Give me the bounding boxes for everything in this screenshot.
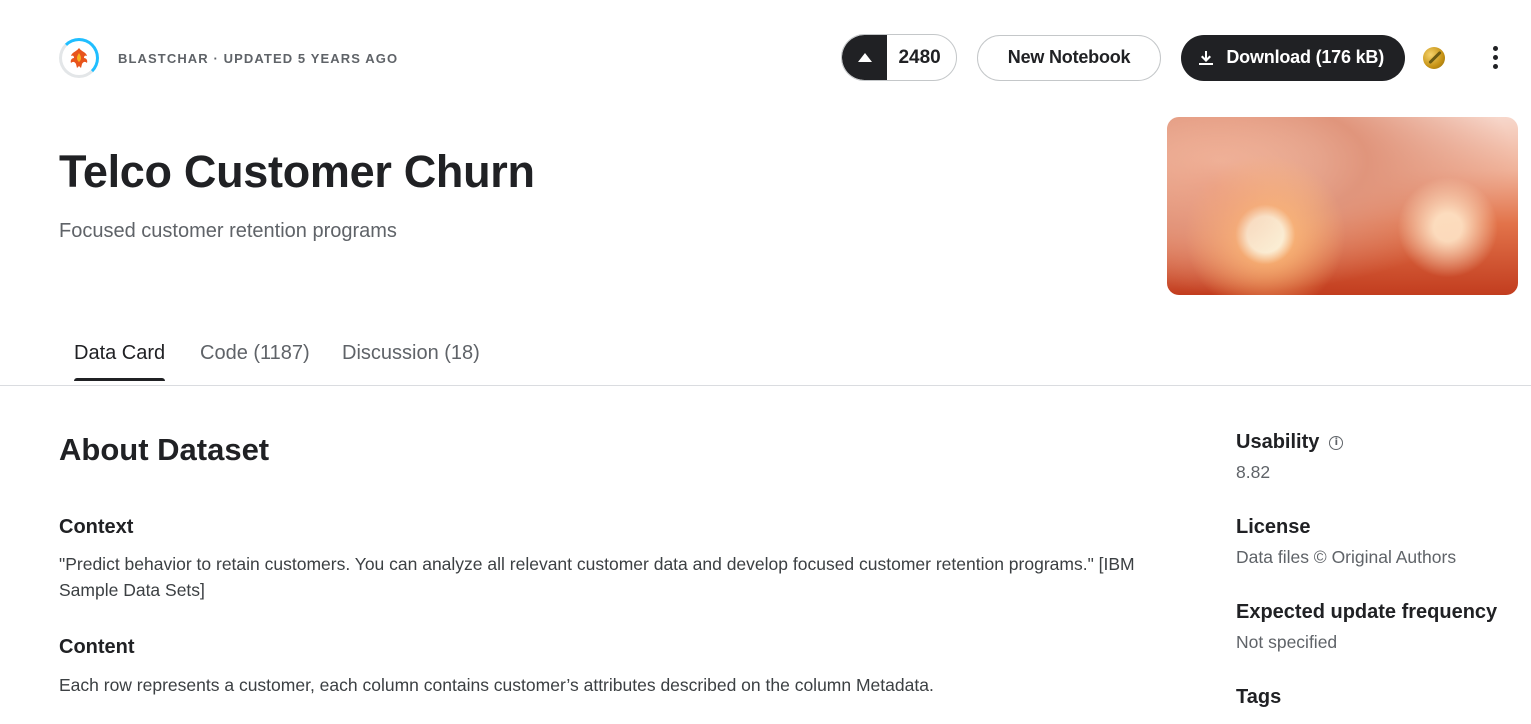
new-notebook-button[interactable]: New Notebook: [976, 34, 1162, 81]
update-frequency-value: Not specified: [1236, 632, 1338, 652]
info-icon[interactable]: i: [1329, 435, 1344, 450]
update-frequency-label: Expected update frequency: [1236, 601, 1498, 623]
tab-data-card[interactable]: Data Card: [74, 342, 166, 381]
vote-count[interactable]: 2480: [887, 47, 955, 69]
usability-label-text: Usability: [1236, 431, 1320, 453]
download-icon: [1199, 50, 1214, 65]
usability-label: Usability i: [1236, 431, 1344, 454]
gold-medal-icon[interactable]: [1423, 46, 1445, 69]
upvote-arrow-icon: [857, 53, 872, 62]
dataset-title: Telco Customer Churn: [59, 146, 535, 197]
license-label: License: [1236, 516, 1311, 538]
content-heading: Content: [59, 636, 135, 658]
upvote-button[interactable]: [842, 35, 888, 80]
phoenix-glyph-icon: [70, 48, 88, 68]
tab-discussion[interactable]: Discussion (18): [342, 342, 480, 379]
license-value[interactable]: Data files © Original Authors: [1236, 547, 1456, 568]
tab-code[interactable]: Code (1187): [200, 342, 310, 379]
tags-label: Tags: [1236, 686, 1282, 708]
vote-control: 2480: [841, 34, 957, 81]
context-heading: Context: [59, 516, 134, 538]
download-label: Download (176 kB): [1226, 47, 1384, 67]
dataset-cover-image: [1167, 117, 1518, 295]
content-text: Each row represents a customer, each col…: [59, 675, 934, 695]
dataset-subtitle: Focused customer retention programs: [59, 220, 397, 242]
download-button[interactable]: Download (176 kB): [1181, 34, 1405, 81]
header-actions: 2480 New Notebook Download (176 kB): [841, 34, 1505, 81]
phoenix-avatar-icon[interactable]: [59, 38, 99, 78]
dataset-header: BLASTCHAR · UPDATED 5 YEARS AGO 2480 New…: [0, 0, 1531, 116]
owner-info: BLASTCHAR · UPDATED 5 YEARS AGO: [59, 38, 398, 78]
dataset-tabs: Data Card Code (1187) Discussion (18): [0, 330, 1531, 386]
usability-value: 8.82: [1236, 462, 1271, 482]
more-vertical-icon[interactable]: [1485, 44, 1505, 72]
context-text: "Predict behavior to retain customers. Y…: [59, 554, 1135, 600]
owner-updated-meta[interactable]: BLASTCHAR · UPDATED 5 YEARS AGO: [118, 51, 398, 66]
about-dataset-heading: About Dataset: [59, 432, 270, 467]
